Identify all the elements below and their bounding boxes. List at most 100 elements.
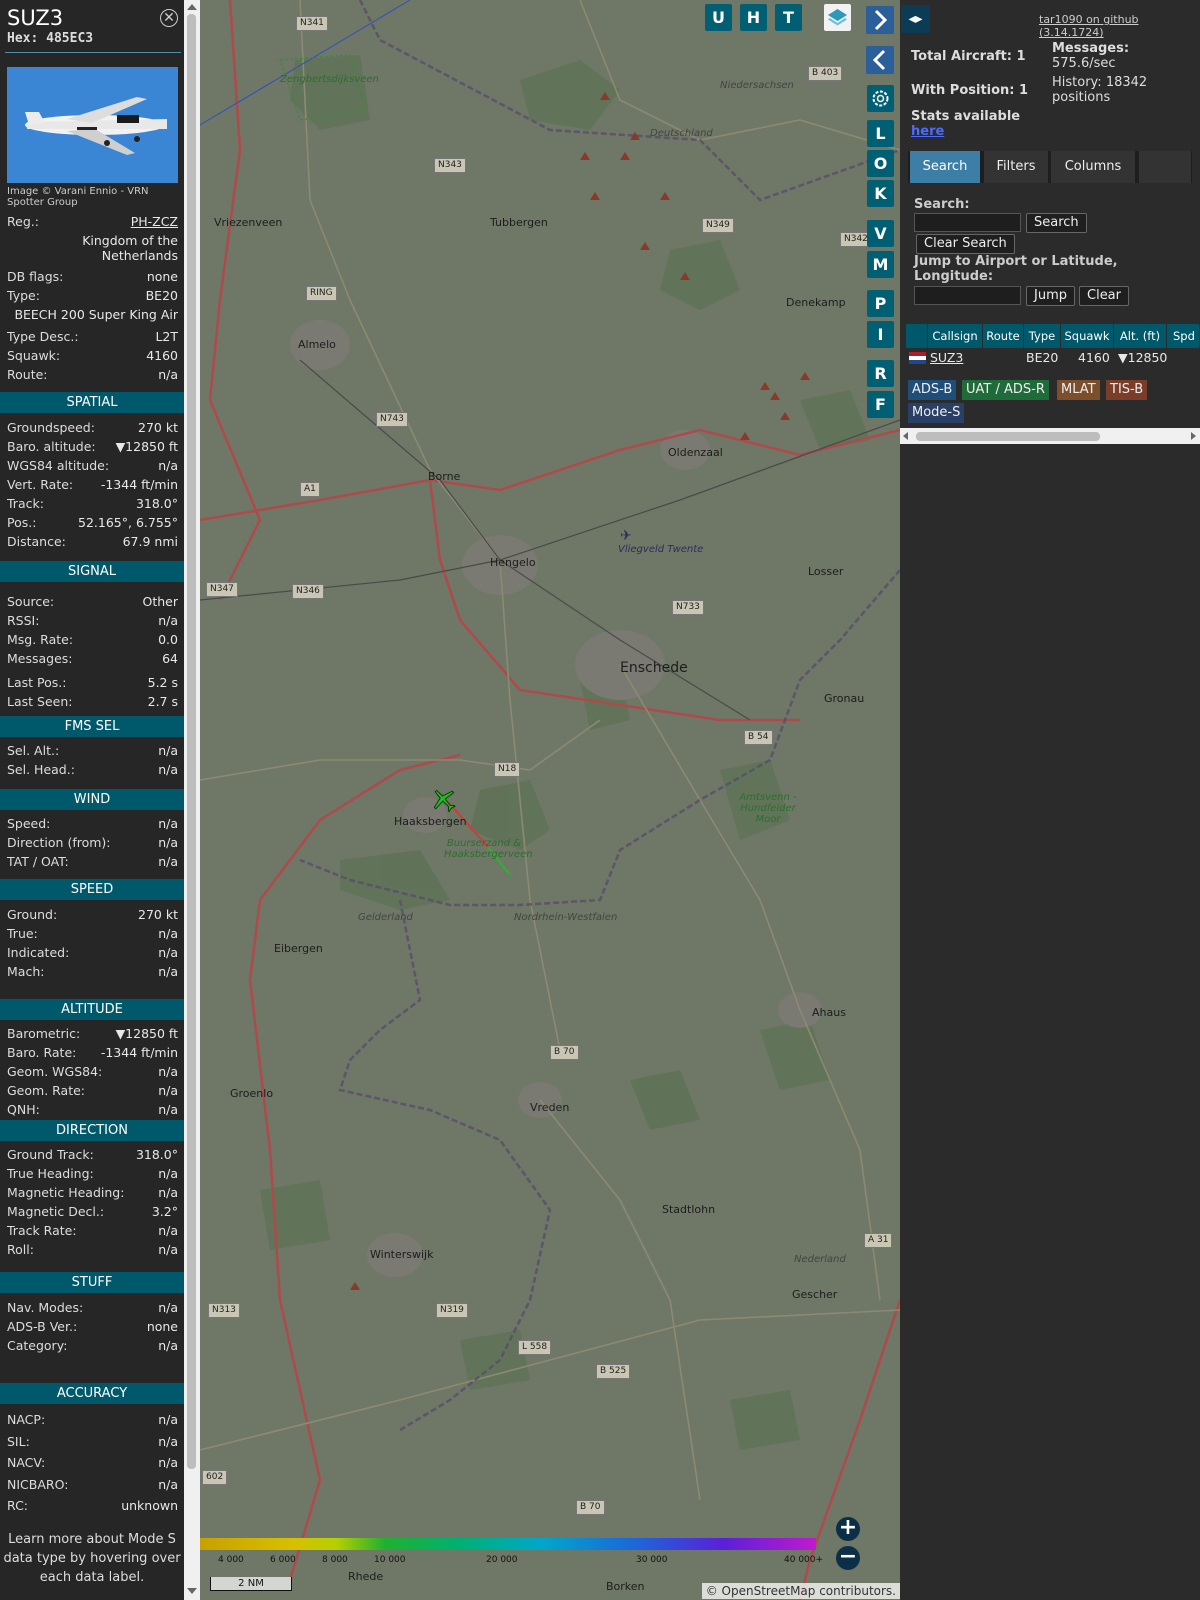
map-place-label: Rhede: [348, 1570, 384, 1583]
info-row: SIL: n/a: [7, 1434, 178, 1453]
road-label: N733: [672, 600, 704, 615]
info-row: Track Rate: n/a: [7, 1223, 178, 1242]
tab-columns[interactable]: Columns: [1051, 151, 1135, 183]
column-callsign[interactable]: Callsign: [928, 324, 983, 348]
info-row-value: n/a: [158, 1166, 178, 1181]
aircraft-marker-icon[interactable]: [430, 786, 458, 814]
map-button-u[interactable]: U: [705, 4, 732, 31]
info-row: True Heading: n/a: [7, 1166, 178, 1185]
map-button-m[interactable]: M: [867, 251, 894, 278]
info-row-value: n/a: [158, 816, 178, 831]
info-row: NACV: n/a: [7, 1455, 178, 1474]
info-row: Magnetic Heading: n/a: [7, 1185, 178, 1204]
zoom-out-icon[interactable]: −: [836, 1546, 860, 1570]
tab-filters[interactable]: Filters: [984, 151, 1048, 183]
map-place-label: Denekamp: [786, 296, 846, 309]
map-button-k[interactable]: K: [867, 180, 894, 207]
road-label: N343: [434, 158, 466, 173]
map-button-i[interactable]: I: [867, 321, 894, 348]
info-panel-scrollbar[interactable]: [184, 0, 200, 1600]
scroll-down-icon[interactable]: [187, 1588, 197, 1594]
stats-label: Stats available: [911, 109, 1021, 124]
info-row-value: 4160: [146, 348, 178, 363]
collapse-left-icon[interactable]: [866, 46, 894, 74]
scroll-right-icon[interactable]: [1191, 432, 1196, 440]
info-row-value: 3.2°: [151, 1204, 178, 1219]
github-link[interactable]: tar1090 on github (3.14.1724): [1039, 13, 1200, 39]
search-button[interactable]: Search: [1026, 213, 1087, 233]
info-row-value: ▼12850 ft: [115, 1026, 178, 1041]
column-speed[interactable]: Spd: [1167, 324, 1200, 348]
info-row-label: Sel. Head.:: [7, 762, 75, 777]
info-row-value: 318.0°: [135, 1147, 178, 1162]
info-row-value: Netherlands: [101, 248, 178, 263]
road-label: L 558: [518, 1340, 552, 1355]
map-button-v[interactable]: V: [867, 220, 894, 247]
jump-button[interactable]: Jump: [1026, 286, 1075, 306]
info-row-label: RC:: [7, 1498, 29, 1513]
map-button-t[interactable]: T: [775, 4, 802, 31]
info-row-label: Baro. Rate:: [7, 1045, 77, 1060]
info-row-value[interactable]: PH-ZCZ: [131, 214, 178, 233]
info-row-value: n/a: [158, 1476, 178, 1492]
horizontal-scrollbar-thumb[interactable]: [916, 432, 1100, 441]
clear-button[interactable]: Clear: [1079, 286, 1129, 306]
info-row-value: n/a: [158, 762, 178, 777]
scroll-up-icon[interactable]: [187, 4, 197, 10]
column-altitude[interactable]: Alt. (ft): [1114, 324, 1167, 348]
stats-link[interactable]: here: [911, 124, 944, 139]
info-row: Source: Other: [7, 594, 178, 613]
aircraft-photo[interactable]: [7, 67, 178, 183]
search-input[interactable]: [914, 213, 1021, 232]
aircraft-info-panel: SUZ3 ✕ Hex: 485EC3 Image © Varani Ennio …: [0, 0, 184, 1600]
section-header: SIGNAL: [0, 561, 184, 582]
map-button-o[interactable]: O: [867, 150, 894, 177]
tab-search[interactable]: Search: [910, 151, 980, 183]
map-place-label: Amtsvenn - Hundfelder Moor: [739, 792, 797, 825]
map-button-r[interactable]: R: [867, 360, 894, 387]
column-type[interactable]: Type: [1024, 324, 1061, 348]
map-place-label: Borne: [428, 470, 461, 483]
history-unit: positions: [1052, 90, 1111, 105]
map-button-l[interactable]: L: [867, 120, 894, 147]
info-row: Geom. WGS84: n/a: [7, 1064, 178, 1083]
info-row-value: n/a: [158, 1412, 178, 1427]
column-squawk[interactable]: Squawk: [1061, 324, 1114, 348]
map-place-label: Borken: [606, 1580, 645, 1593]
info-row-label: Route:: [7, 367, 48, 382]
map-button-h[interactable]: H: [740, 4, 767, 31]
table-horizontal-scrollbar[interactable]: [900, 428, 1200, 444]
map-scale-bar: 2 NM: [210, 1577, 292, 1591]
zoom-in-icon[interactable]: +: [836, 1517, 860, 1541]
jump-input[interactable]: [914, 286, 1021, 305]
section-header: DIRECTION: [0, 1120, 184, 1141]
toggle-sidebar-icon[interactable]: ◂▸: [901, 5, 930, 33]
scrollbar-thumb[interactable]: [187, 14, 196, 1469]
info-row-value: n/a: [158, 1433, 178, 1449]
expand-right-icon[interactable]: [866, 6, 894, 34]
close-icon[interactable]: ✕: [160, 9, 178, 27]
map-button-f[interactable]: F: [867, 391, 894, 418]
layers-icon[interactable]: [824, 4, 851, 31]
info-row: Speed: n/a: [7, 816, 178, 835]
column-flag[interactable]: [906, 324, 928, 348]
road-label: N341: [296, 16, 328, 31]
scroll-left-icon[interactable]: [903, 432, 908, 440]
info-row: Sel. Alt.: n/a: [7, 743, 178, 762]
map-place-label: Zengbertsdijksveen: [280, 74, 379, 85]
column-route[interactable]: Route: [983, 324, 1024, 348]
info-row: Groundspeed: 270 kt: [7, 420, 178, 439]
map-place-label: Almelo: [298, 338, 336, 351]
info-row-label: QNH:: [7, 1102, 40, 1117]
altitude-legend-label: 40 000+: [784, 1555, 824, 1565]
map-button-p[interactable]: P: [867, 290, 894, 317]
info-row-label: Category:: [7, 1338, 68, 1353]
tab-extra[interactable]: [1139, 151, 1191, 183]
map-view[interactable]: ✈ Vriezenveen Tubbergen Almelo Borne Oldenza…: [200, 0, 900, 1600]
row-callsign[interactable]: SUZ3: [930, 350, 963, 365]
clear-search-button[interactable]: Clear Search: [916, 234, 1015, 254]
title-divider: [5, 52, 181, 53]
section-header: ACCURACY: [0, 1383, 184, 1404]
map-attribution[interactable]: © OpenStreetMap contributors.: [701, 1583, 900, 1599]
settings-gear-icon[interactable]: [867, 85, 894, 112]
